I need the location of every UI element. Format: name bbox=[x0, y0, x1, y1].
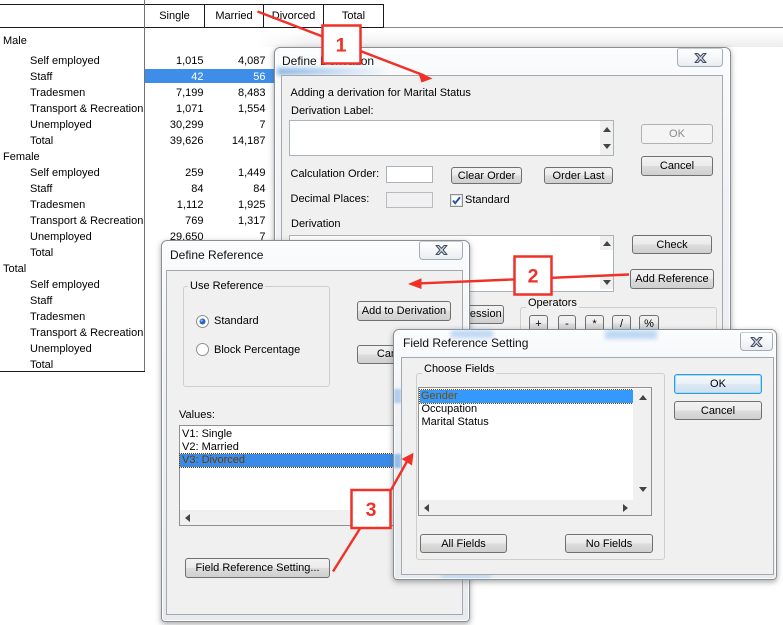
svg-text:3: 3 bbox=[366, 499, 377, 521]
svg-text:2: 2 bbox=[528, 266, 539, 288]
svg-text:1: 1 bbox=[336, 35, 347, 57]
